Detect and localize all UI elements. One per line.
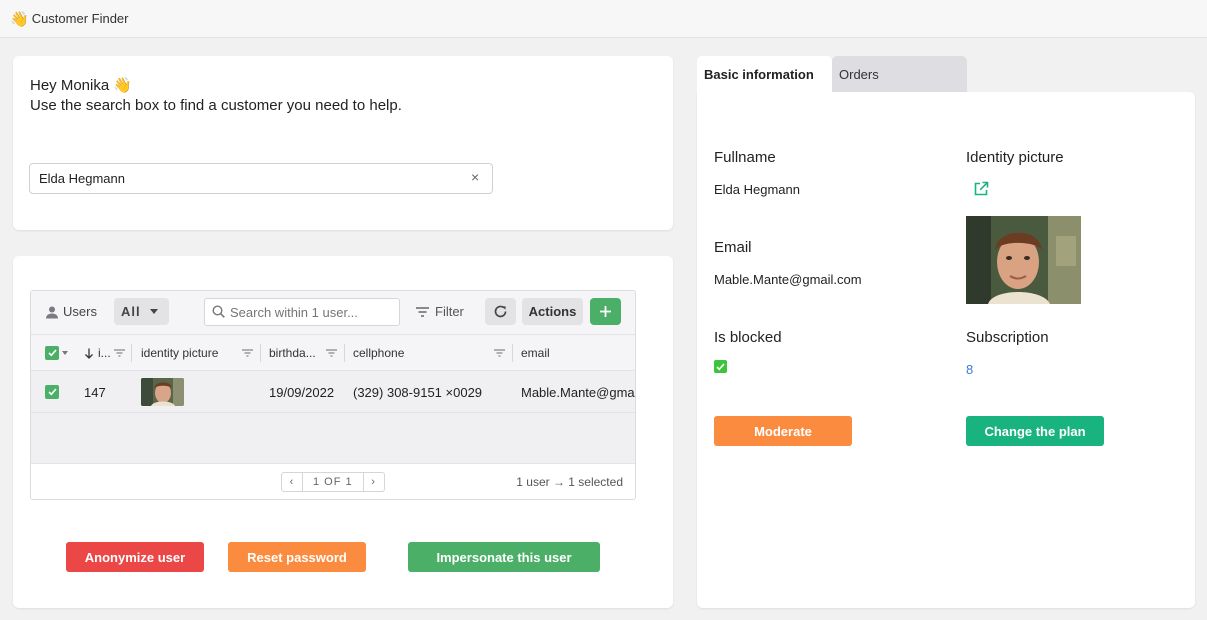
refresh-button[interactable]	[485, 298, 516, 325]
column-separator	[260, 344, 261, 362]
plus-icon	[600, 306, 611, 317]
identity-picture[interactable]	[966, 216, 1081, 304]
grid-empty-area	[31, 413, 635, 463]
column-separator	[131, 344, 132, 362]
chevron-down-icon	[149, 309, 158, 314]
tab-orders[interactable]: Orders	[832, 56, 967, 92]
column-header-id[interactable]: i...	[84, 335, 111, 371]
column-header-cellphone[interactable]: cellphone	[353, 335, 404, 371]
actions-button[interactable]: Actions	[522, 298, 583, 325]
cell-cellphone: (329) 308-9151 ×0029	[353, 384, 483, 400]
moderate-button[interactable]: Moderate	[714, 416, 852, 446]
refresh-icon	[494, 305, 507, 318]
change-plan-button[interactable]: Change the plan	[966, 416, 1104, 446]
cell-birthdate: 19/09/2022	[269, 384, 335, 400]
users-card: Users All Filter Actions	[13, 256, 673, 608]
subscription-label: Subscription	[966, 329, 1049, 346]
column-header-birthdate[interactable]: birthda...	[269, 335, 316, 371]
filter-label: Filter	[435, 304, 464, 319]
prev-page-button[interactable]: ‹	[282, 473, 302, 491]
selection-info: 1 user → 1 selected	[516, 475, 623, 489]
customer-details-card: Fullname Elda Hegmann Identity picture E…	[697, 92, 1195, 608]
greeting-card: Hey Monika 👋 Use the search box to find …	[13, 56, 673, 230]
chevron-down-icon	[62, 351, 68, 355]
column-label: i...	[98, 346, 111, 360]
column-header-email[interactable]: email	[521, 335, 550, 371]
column-separator	[512, 344, 513, 362]
column-separator	[344, 344, 345, 362]
app-header: 👋 Customer Finder	[0, 0, 1207, 38]
tab-basic-information[interactable]: Basic information	[697, 56, 832, 92]
search-icon	[212, 305, 225, 318]
email-label: Email	[714, 239, 752, 256]
filter-icon	[416, 306, 429, 317]
identity-picture-label: Identity picture	[966, 149, 1064, 166]
filter-button[interactable]: Filter	[416, 304, 464, 319]
grid-footer: ‹ 1 OF 1 › 1 user → 1 selected	[31, 463, 635, 499]
checkbox-checked-icon	[45, 346, 59, 360]
segment-filter-value: All	[121, 304, 141, 319]
table-row[interactable]: 147 19/09/2022 (329) 308-9151 ×0029 Mabl…	[31, 371, 635, 413]
column-label: email	[521, 346, 550, 360]
customer-search-input[interactable]	[29, 163, 493, 194]
column-filter-icon[interactable]	[114, 349, 125, 357]
column-header-identity-picture[interactable]: identity picture	[141, 335, 218, 371]
impersonate-user-button[interactable]: Impersonate this user	[408, 542, 600, 572]
greeting-instructions: Use the search box to find a customer yo…	[30, 97, 402, 114]
cell-email: Mable.Mante@gmail.com	[521, 384, 635, 400]
select-all-checkbox[interactable]	[45, 335, 68, 371]
users-label: Users	[45, 304, 97, 319]
subscription-link[interactable]: 8	[966, 362, 973, 377]
cell-id: 147	[84, 384, 106, 400]
column-label: identity picture	[141, 346, 219, 360]
check-icon	[716, 362, 725, 370]
page-indicator: 1 OF 1	[302, 473, 364, 491]
wave-icon: 👋	[10, 10, 29, 28]
external-link-icon[interactable]	[973, 181, 989, 197]
segment-filter-dropdown[interactable]: All	[114, 298, 169, 325]
grid-toolbar: Users All Filter Actions	[31, 291, 635, 335]
fullname-value: Elda Hegmann	[714, 182, 800, 197]
identity-thumbnail	[141, 378, 184, 406]
greeting-title: Hey Monika 👋	[30, 77, 133, 94]
row-checkbox[interactable]	[45, 371, 59, 413]
sort-desc-icon	[85, 348, 93, 359]
users-text: Users	[63, 304, 97, 319]
email-value: Mable.Mante@gmail.com	[714, 272, 862, 287]
cell-identity-picture[interactable]	[141, 371, 184, 413]
add-button[interactable]	[590, 298, 621, 325]
user-icon	[46, 306, 58, 318]
clear-icon[interactable]: ×	[471, 169, 479, 185]
checkbox-checked-icon	[45, 385, 59, 399]
pagination: ‹ 1 OF 1 ›	[281, 472, 385, 492]
app-title: Customer Finder	[31, 11, 129, 26]
grid-header: i... identity picture birthda... cellpho…	[31, 335, 635, 371]
anonymize-user-button[interactable]: Anonymize user	[66, 542, 204, 572]
column-filter-icon[interactable]	[326, 349, 337, 357]
grid-search-input[interactable]	[204, 298, 400, 326]
fullname-label: Fullname	[714, 149, 776, 166]
column-filter-icon[interactable]	[494, 349, 505, 357]
is-blocked-checkbox[interactable]	[714, 360, 727, 373]
users-grid: Users All Filter Actions	[30, 290, 636, 500]
column-filter-icon[interactable]	[242, 349, 253, 357]
column-label: birthda...	[269, 346, 316, 360]
column-label: cellphone	[353, 346, 405, 360]
is-blocked-label: Is blocked	[714, 329, 782, 346]
reset-password-button[interactable]: Reset password	[228, 542, 366, 572]
next-page-button[interactable]: ›	[364, 473, 384, 491]
